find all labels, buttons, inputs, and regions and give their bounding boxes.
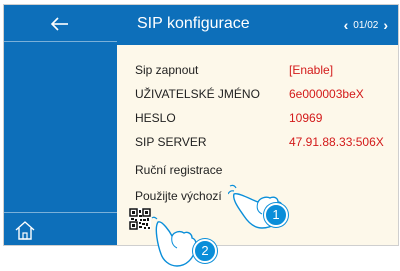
back-button[interactable] [40, 11, 80, 37]
setting-value: 47.91.88.33:506X [289, 135, 384, 149]
qr-code-icon [129, 208, 151, 230]
sidebar-divider [4, 41, 117, 42]
setting-value: 10969 [289, 111, 323, 125]
chevron-right-icon[interactable]: › [383, 18, 388, 32]
settings-panel: Sip zapnout [Enable] UŽIVATELSKÉ JMÉNO 6… [117, 45, 398, 245]
action-label: Použijte výchozí [135, 189, 222, 203]
chevron-left-icon[interactable]: ‹ [344, 18, 349, 32]
pager: ‹ 01/02 › [344, 18, 388, 32]
setting-label: UŽIVATELSKÉ JMÉNO [135, 87, 260, 101]
home-button[interactable] [10, 217, 40, 243]
header-bar: SIP konfigurace ‹ 01/02 › [117, 5, 398, 45]
page-indicator: 01/02 [353, 19, 379, 31]
setting-value: 6e000003beX [289, 87, 364, 101]
setting-label: HESLO [135, 111, 176, 125]
setting-value: [Enable] [289, 63, 334, 77]
setting-label: Sip zapnout [135, 63, 199, 77]
setting-row-password[interactable]: HESLO 10969 [135, 107, 394, 129]
arrow-left-icon [50, 17, 68, 31]
home-icon [15, 221, 35, 240]
setting-row-sip-server[interactable]: SIP SERVER 47.91.88.33:506X [135, 131, 394, 153]
setting-row-sip-enable[interactable]: Sip zapnout [Enable] [135, 59, 394, 81]
page-title: SIP konfigurace [137, 15, 250, 32]
setting-label: SIP SERVER [135, 135, 207, 149]
callout-badge-2: 2 [193, 239, 217, 263]
use-default-button[interactable]: Použijte výchozí [135, 185, 394, 207]
setting-row-username[interactable]: UŽIVATELSKÉ JMÉNO 6e000003beX [135, 83, 394, 105]
callout-badge-1: 1 [264, 203, 288, 227]
action-label: Ruční registrace [135, 163, 223, 177]
device-screen: SIP konfigurace ‹ 01/02 › Sip zapnout [E… [3, 4, 399, 246]
qr-code-button[interactable] [129, 208, 151, 230]
sidebar-divider [4, 212, 117, 213]
manual-registration-button[interactable]: Ruční registrace [135, 159, 394, 181]
sidebar [4, 5, 117, 245]
